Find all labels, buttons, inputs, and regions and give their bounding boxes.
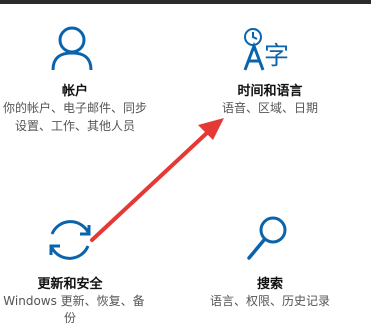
tile-title: 搜索 — [256, 277, 283, 292]
search-icon — [247, 216, 287, 260]
top-border — [0, 0, 371, 4]
tile-title: 更新和安全 — [37, 277, 103, 292]
tile-accounts[interactable]: 帐户 你的帐户、电子邮件、同步 设置、工作、其他人员 — [0, 20, 150, 145]
time-language-icon: 字 — [243, 28, 289, 71]
person-icon — [51, 26, 93, 71]
tile-search[interactable]: 搜索 语言、权限、历史记录 — [205, 212, 335, 312]
tile-description-line: 语言、权限、历史记录 — [209, 294, 330, 308]
tile-description-line: 设置、工作、其他人员 — [14, 119, 135, 133]
tile-time-language[interactable]: 字 时间和语言 语音、区域、日期 — [205, 20, 335, 120]
tile-description-line: 语音、区域、日期 — [221, 101, 318, 115]
tile-description-line: 你的帐户、电子邮件、同步 — [2, 101, 147, 115]
sync-icon — [49, 220, 91, 260]
tile-description-line: 份 — [63, 311, 76, 325]
tile-title: 帐户 — [61, 84, 88, 99]
tile-update-security[interactable]: 更新和安全 Windows 更新、恢复、备 份 — [0, 212, 150, 325]
tile-description-line: Windows 更新、恢复、备 — [3, 294, 145, 308]
zi-glyph: 字 — [264, 41, 289, 70]
tile-title: 时间和语言 — [237, 84, 303, 99]
